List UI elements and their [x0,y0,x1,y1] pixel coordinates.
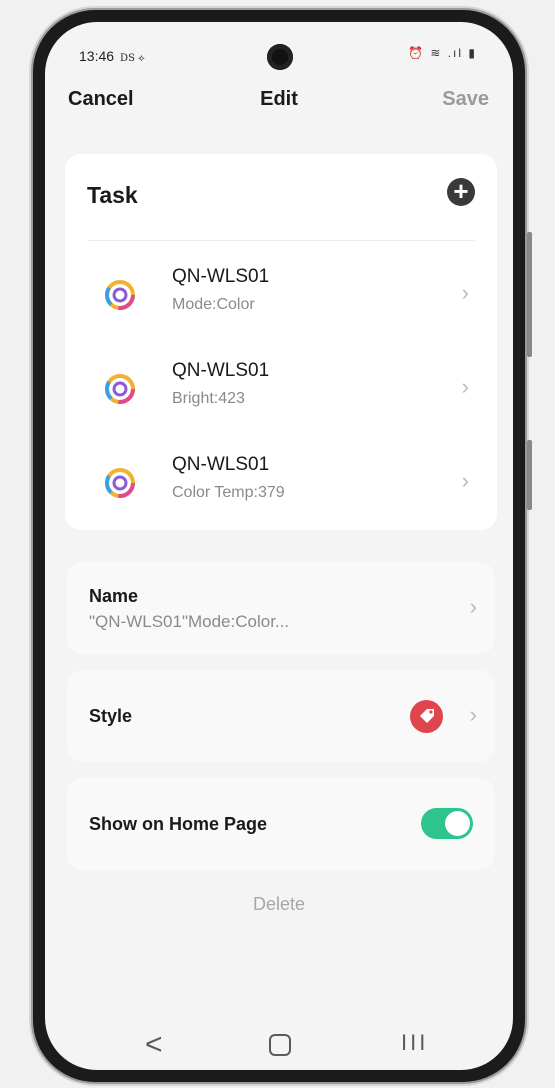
chevron-right-icon: › [461,468,469,493]
top-bar: Cancel Edit Save [45,84,513,114]
style-row[interactable]: Style › [67,670,495,762]
screen: 13:46 DS ⟡ ⏰ ≋ .ıl ▮ Cancel Edit Save Tas… [45,22,513,1070]
status-time: 13:46 DS ⟡ [79,48,145,64]
task-detail: Bright:423 [172,390,245,407]
name-value: "QN-WLS01"Mode:Color... [89,612,290,631]
task-row[interactable]: QN-WLS01 Mode:Color › [65,252,497,332]
home-page-label: Show on Home Page [89,814,268,834]
task-row[interactable]: QN-WLS01 Bright:423 › [65,346,497,426]
device-ring-icon [105,280,135,310]
phone-frame: 13:46 DS ⟡ ⏰ ≋ .ıl ▮ Cancel Edit Save Tas… [33,10,532,1082]
task-row[interactable]: QN-WLS01 Color Temp:379 › [65,440,497,520]
task-detail: Color Temp:379 [172,484,285,501]
task-card: Task + QN-WLS01 Mode:Color › QN-WLS01 Br… [65,154,497,530]
save-button[interactable]: Save [442,88,489,111]
chevron-right-icon: › [461,374,469,399]
task-device: QN-WLS01 [172,454,270,475]
chevron-right-icon: › [461,280,469,305]
home-page-row: Show on Home Page [67,778,495,870]
recents-nav-icon[interactable]: III [401,1030,428,1056]
style-label: Style [89,706,133,726]
status-bar: 13:46 DS ⟡ ⏰ ≋ .ıl ▮ [45,22,513,70]
volume-button [527,232,532,357]
task-title: Task [87,182,138,208]
toggle-knob [445,811,470,836]
tag-icon [410,700,443,733]
back-nav-icon[interactable]: < [145,1028,163,1062]
status-icons: ⏰ ≋ .ıl ▮ [408,46,477,60]
task-device: QN-WLS01 [172,360,270,381]
tag-glyph-icon [420,709,434,723]
task-device: QN-WLS01 [172,266,270,287]
power-button [527,440,532,510]
chevron-right-icon: › [469,594,477,619]
device-ring-icon [105,374,135,404]
device-ring-icon [105,468,135,498]
name-row[interactable]: Name "QN-WLS01"Mode:Color... › [67,562,495,654]
home-page-toggle[interactable] [421,808,473,839]
divider [87,240,475,241]
name-label: Name [89,586,139,606]
front-camera [267,44,293,70]
chevron-right-icon: › [469,702,477,727]
system-nav-bar: < III [45,1022,513,1062]
add-task-icon[interactable]: + [447,178,475,206]
delete-button[interactable]: Delete [45,894,513,915]
task-detail: Mode:Color [172,296,255,313]
home-nav-icon[interactable] [269,1034,291,1056]
